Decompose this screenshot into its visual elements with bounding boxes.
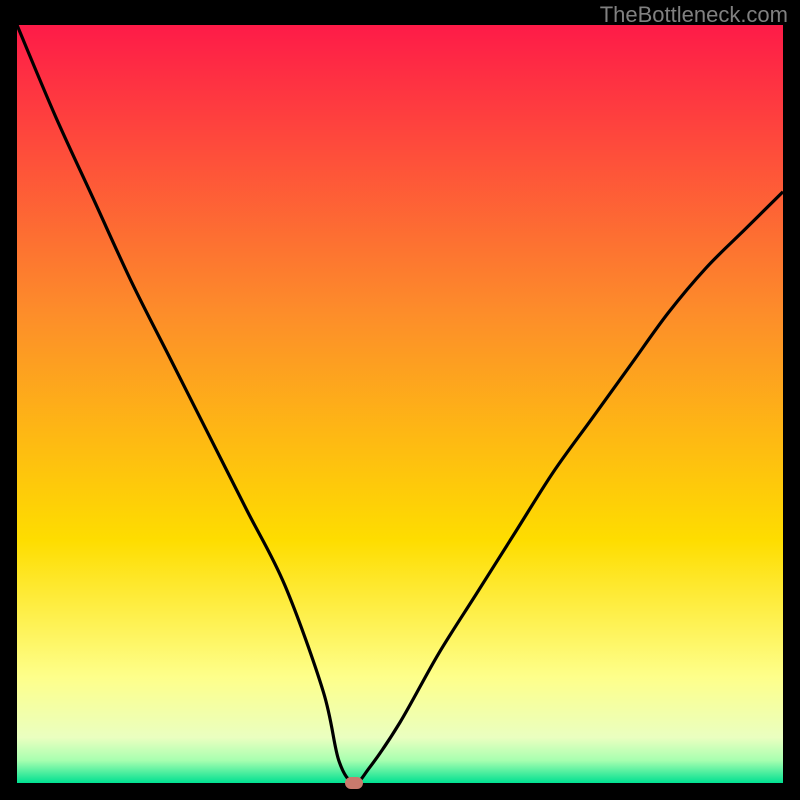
chart-background-gradient	[17, 25, 783, 783]
watermark-text: TheBottleneck.com	[600, 2, 788, 28]
chart-frame	[17, 25, 783, 783]
chart-marker-dot	[345, 777, 363, 789]
chart-plot-area	[17, 25, 783, 783]
